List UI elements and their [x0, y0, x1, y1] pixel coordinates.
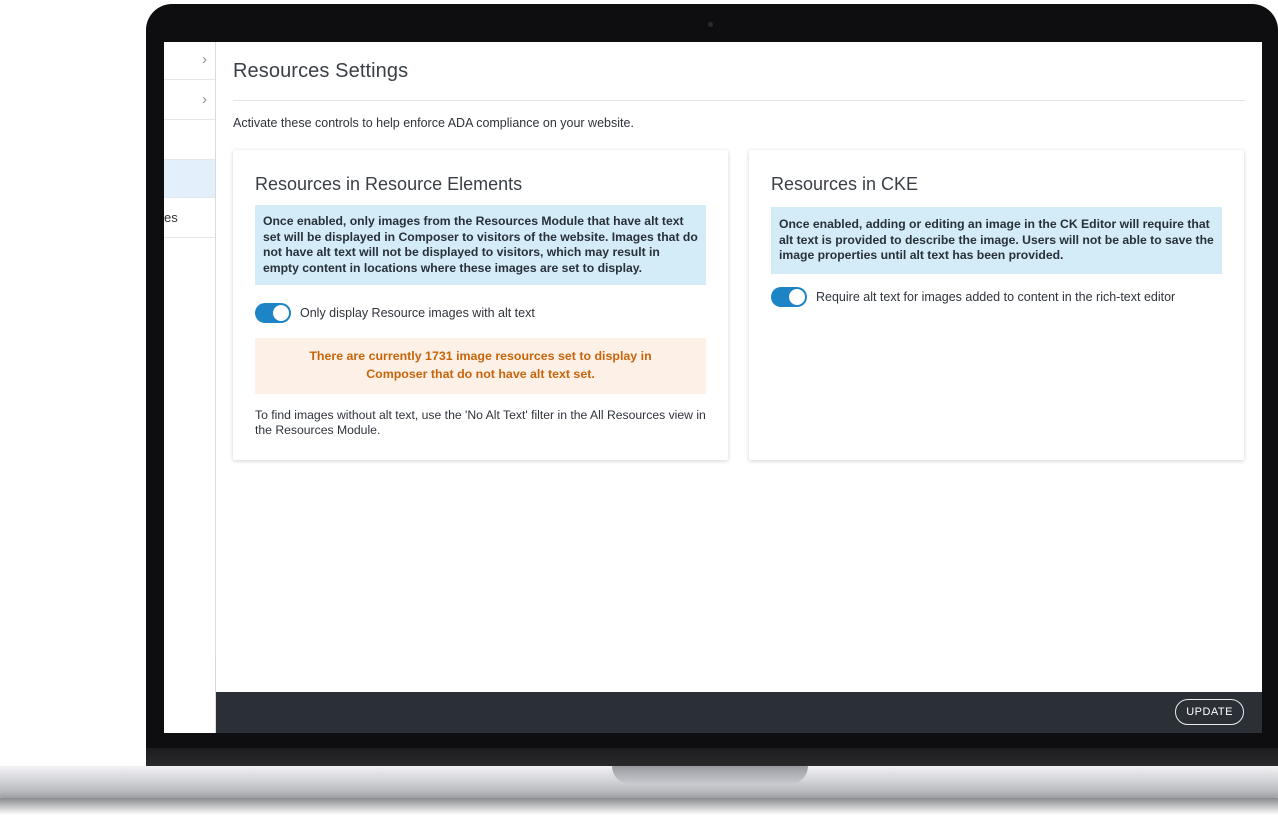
- laptop-shadow: [0, 798, 1278, 815]
- info-box: Once enabled, adding or editing an image…: [771, 207, 1222, 274]
- chevron-right-icon: ›: [202, 51, 207, 68]
- sidebar-item-5[interactable]: es: [164, 200, 215, 238]
- sidebar-item-1[interactable]: ›: [164, 42, 215, 80]
- card-cke: Resources in CKE Once enabled, adding or…: [749, 150, 1244, 460]
- toggle-knob: [273, 305, 289, 321]
- card-title: Resources in Resource Elements: [255, 174, 523, 194]
- sidebar-item-2[interactable]: ›: [164, 82, 215, 120]
- update-button[interactable]: UPDATE: [1175, 699, 1244, 725]
- warning-box: There are currently 1731 image resources…: [255, 338, 706, 394]
- camera-icon: [708, 22, 713, 27]
- toggle-label: Require alt text for images added to con…: [816, 290, 1176, 304]
- sidebar-item-active[interactable]: [164, 160, 215, 198]
- page-intro: Activate these controls to help enforce …: [233, 116, 634, 130]
- sidebar-item-label: es: [164, 210, 178, 225]
- card-resource-elements: Resources in Resource Elements Once enab…: [233, 150, 728, 460]
- laptop-hinge: [146, 748, 1278, 768]
- divider: [233, 100, 1245, 101]
- laptop-notch: [612, 766, 808, 784]
- require-alt-text-toggle[interactable]: [771, 287, 807, 307]
- footer-bar: UPDATE: [216, 692, 1262, 733]
- alt-text-display-toggle[interactable]: [255, 303, 291, 323]
- screen: › › es Resources Settings Activate these…: [164, 42, 1262, 733]
- main-content: Resources Settings Activate these contro…: [216, 42, 1262, 692]
- info-box: Once enabled, only images from the Resou…: [255, 205, 706, 285]
- toggle-row: Require alt text for images added to con…: [771, 286, 1175, 308]
- sidebar-item-3[interactable]: [164, 122, 215, 160]
- chevron-right-icon: ›: [202, 91, 207, 108]
- sidebar: › › es: [164, 42, 216, 733]
- toggle-knob: [789, 289, 805, 305]
- help-text: To find images without alt text, use the…: [255, 408, 706, 437]
- page-title: Resources Settings: [233, 60, 409, 82]
- toggle-label: Only display Resource images with alt te…: [300, 306, 535, 320]
- toggle-row: Only display Resource images with alt te…: [255, 302, 535, 324]
- card-title: Resources in CKE: [771, 174, 919, 194]
